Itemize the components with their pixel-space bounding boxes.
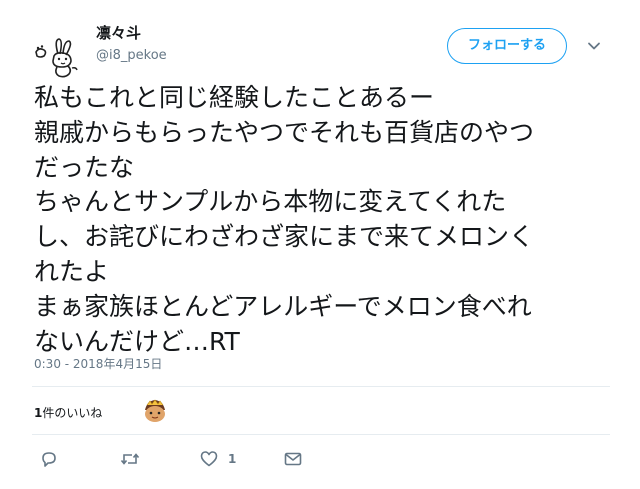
user-display-name[interactable]: 凛々斗 [96,22,141,43]
tweet-timestamp[interactable]: 0:30 - 2018年4月15日 [34,355,162,372]
likes-label: 件のいいね [42,406,103,420]
likes-summary[interactable]: 1件のいいね [34,404,102,421]
envelope-icon [284,452,302,466]
user-avatar[interactable] [32,34,80,82]
tweet-text-line: し、お詫びにわざわざ家にまで来てメロンく [34,222,535,252]
tweet-text-line: まぁ家族ほとんどアレルギーでメロン食べれ [34,291,532,321]
tweet-text-line: れたよ [34,256,110,286]
liker-avatar[interactable] [140,396,170,426]
divider [32,434,610,435]
reply-icon [42,452,56,467]
user-handle[interactable]: @i8_pekoe [96,48,167,63]
retweet-icon [120,453,140,465]
tweet-text-line: 私もこれと同じ経験したことあるー [34,83,435,112]
retweet-button[interactable] [120,448,140,470]
chevron-down-icon [588,42,600,50]
heart-icon [200,451,218,467]
like-count: 1 [228,452,237,466]
tweet-text-line: 親戚からもらったやつでそれも百貨店のやつ [34,117,535,147]
direct-message-button[interactable] [284,448,302,470]
divider [32,386,610,387]
tweet-text: 私もこれと同じ経験したことあるー 親戚からもらったやつでそれも百貨店のやつ だっ… [34,81,614,359]
tweet-text-line: だったな [34,152,135,182]
tweet-menu-button[interactable] [586,38,602,54]
tweet-card: 凛々斗 @i8_pekoe フォローする 私もこれと同じ経験したことあるー 親戚… [0,0,640,489]
tweet-text-line: ちゃんとサンプルから本物に変えてくれた [34,187,507,217]
like-button[interactable]: 1 [200,448,236,470]
follow-button[interactable]: フォローする [447,28,567,64]
character-avatar-icon [140,396,170,426]
reply-button[interactable] [40,448,58,470]
rabbit-doodle-icon [35,38,78,78]
